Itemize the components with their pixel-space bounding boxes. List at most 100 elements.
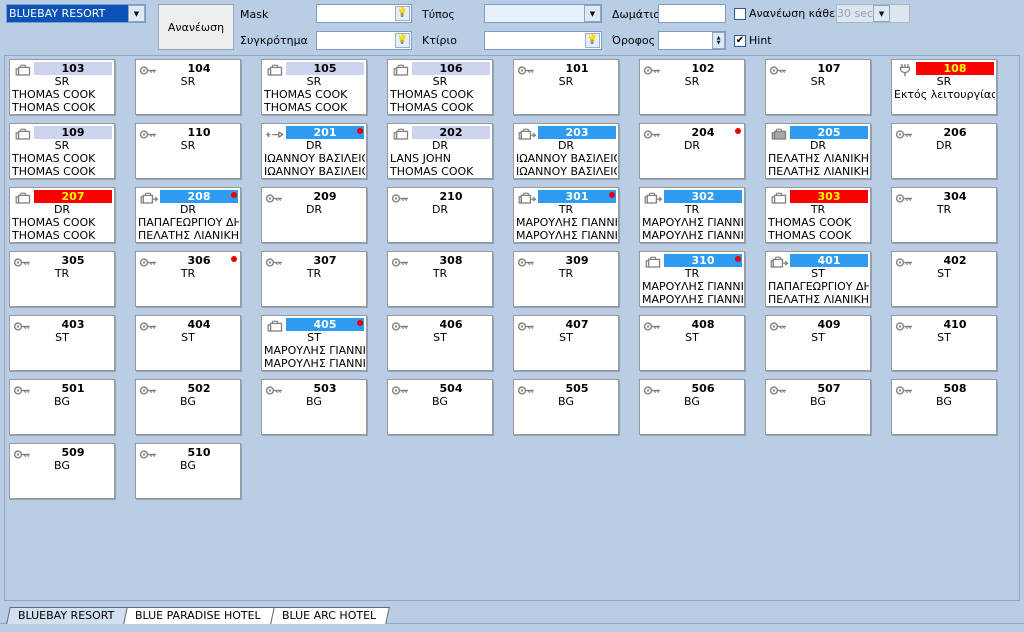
room-number: 409 (817, 318, 841, 331)
room-type: ST (181, 331, 195, 344)
room-card[interactable]: 201DRΙΩΑΝΝΟΥ ΒΑΣΙΛΕΙΟΣΙΩΑΝΝΟΥ ΒΑΣΙΛΕΙΟΣ (261, 123, 367, 179)
room-card[interactable]: 502 BG (135, 379, 241, 435)
room-card[interactable]: 506 BG (639, 379, 745, 435)
room-card[interactable]: 409 ST (765, 315, 871, 371)
room-type: ST (937, 267, 951, 280)
room-number: 508 (943, 382, 967, 395)
guest-name-secondary: ΜΑΡΟΥΛΗΣ ΓΙΑΝΝΗΣ (516, 229, 617, 242)
guest-name-secondary (12, 421, 113, 434)
room-card[interactable]: 105 SR THOMAS COOK THOMAS COOK (261, 59, 367, 115)
hotel-selector[interactable]: BLUEBAY RESORT ▼ (6, 4, 146, 23)
room-card[interactable]: 205 DR ΠΕΛΑΤΗΣ ΛΙΑΝΙΚΗΣ ΠΕΛΑΤΗΣ ΛΙΑΝΙΚΗΣ (765, 123, 871, 179)
room-card[interactable]: 507 BG (765, 379, 871, 435)
room-card[interactable]: 103 SR THOMAS COOK THOMAS COOK (9, 59, 115, 115)
complex-input[interactable]: 💡 (316, 31, 412, 50)
floor-stepper[interactable]: ▲ ▼ (658, 31, 726, 50)
guest-name-secondary (768, 357, 869, 370)
room-card[interactable]: 110 SR (135, 123, 241, 179)
type-select[interactable]: ▼ (484, 4, 602, 23)
refresh-button[interactable]: Ανανέωση (158, 4, 234, 50)
room-card[interactable]: 109 SR THOMAS COOK THOMAS COOK (9, 123, 115, 179)
room-card[interactable]: 403 ST (9, 315, 115, 371)
bulb-icon[interactable]: 💡 (395, 6, 410, 21)
room-card[interactable]: 101 SR (513, 59, 619, 115)
room-input[interactable] (658, 4, 726, 23)
room-card[interactable]: 306 TR (135, 251, 241, 307)
room-card[interactable]: 302TRΜΑΡΟΥΛΗΣ ΓΙΑΝΝΗΣΜΑΡΟΥΛΗΣ ΓΙΑΝΝΗΣ (639, 187, 745, 243)
room-card[interactable]: 408 ST (639, 315, 745, 371)
room-card[interactable]: 308 TR (387, 251, 493, 307)
room-card[interactable]: 510 BG (135, 443, 241, 499)
autorefresh-checkbox[interactable]: Ανανέωση κάθε (734, 7, 835, 20)
room-type: TR (684, 267, 700, 280)
room-card[interactable]: 102 SR (639, 59, 745, 115)
room-card[interactable]: 107 SR (765, 59, 871, 115)
room-card[interactable]: 206 DR (891, 123, 997, 179)
room-number: 201 (286, 126, 364, 139)
status-dot (735, 256, 741, 262)
guest-name-secondary: ΜΑΡΟΥΛΗΣ ΓΙΑΝΝΗΣ (642, 229, 743, 242)
room-card[interactable]: 202 DR LANS JOHN THOMAS COOK (387, 123, 493, 179)
hotel-tab[interactable]: BLUE ARC HOTEL (270, 607, 391, 624)
room-card[interactable]: 108 SR Εκτός λειτουργίας (891, 59, 997, 115)
room-card[interactable]: 406 ST (387, 315, 493, 371)
room-card[interactable]: 405STΜΑΡΟΥΛΗΣ ΓΙΑΝΝΗΣΜΑΡΟΥΛΗΣ ΓΙΑΝΝΗΣ (261, 315, 367, 371)
chevron-down-icon[interactable]: ▼ (128, 5, 145, 22)
room-card[interactable]: 509 BG (9, 443, 115, 499)
room-card[interactable]: 104 SR (135, 59, 241, 115)
bulb-icon[interactable]: 💡 (395, 33, 410, 48)
mask-input[interactable]: 💡 (316, 4, 412, 23)
guest-name-primary (138, 152, 239, 165)
room-type: DR (179, 203, 197, 216)
room-card[interactable]: 310TRΜΑΡΟΥΛΗΣ ΓΙΑΝΝΗΣΜΑΡΟΥΛΗΣ ΓΙΑΝΝΗΣ (639, 251, 745, 307)
room-card[interactable]: 503 BG (261, 379, 367, 435)
room-card[interactable]: 402 ST (891, 251, 997, 307)
guest-name-secondary: THOMAS COOK (768, 229, 852, 242)
chevron-down-icon[interactable]: ▼ (584, 5, 601, 22)
guest-name-primary (138, 344, 239, 357)
room-card[interactable]: 404 ST (135, 315, 241, 371)
room-card[interactable]: 305 TR (9, 251, 115, 307)
hotel-tab[interactable]: BLUE PARADISE HOTEL (123, 607, 275, 624)
guest-name-secondary (138, 101, 239, 114)
chevron-down-icon[interactable]: ▼ (873, 5, 891, 22)
room-card[interactable]: 210 DR (387, 187, 493, 243)
room-card[interactable]: 208DRΠΑΠΑΓΕΩΡΓΙΟΥ ΔΗΜΠΕΛΑΤΗΣ ΛΙΑΝΙΚΗΣ (135, 187, 241, 243)
room-card[interactable]: 209 DR (261, 187, 367, 243)
room-card[interactable]: 309 TR (513, 251, 619, 307)
spinner-icon[interactable]: ▲ ▼ (712, 32, 725, 49)
hotel-tab[interactable]: BLUEBAY RESORT (6, 607, 129, 624)
autorefresh-interval-select[interactable]: 30 sec ▼ (836, 4, 910, 23)
room-card[interactable]: 203DRΙΩΑΝΝΟΥ ΒΑΣΙΛΕΙΟΣΙΩΑΝΝΟΥ ΒΑΣΙΛΕΙΟΣ (513, 123, 619, 179)
room-card[interactable]: 304 TR (891, 187, 997, 243)
room-card[interactable]: 106 SR THOMAS COOK THOMAS COOK (387, 59, 493, 115)
room-card[interactable]: 303 TR THOMAS COOK THOMAS COOK (765, 187, 871, 243)
guest-name-secondary: THOMAS COOK (12, 165, 96, 178)
room-number: 509 (61, 446, 85, 459)
room-type: BG (936, 395, 952, 408)
room-card[interactable]: 410 ST (891, 315, 997, 371)
guest-name-primary: ΙΩΑΝΝΟΥ ΒΑΣΙΛΕΙΟΣ (264, 152, 365, 165)
room-number: 208 (160, 190, 238, 203)
guest-name-primary (642, 408, 743, 421)
bulb-icon[interactable]: 💡 (585, 33, 600, 48)
room-card[interactable]: 204 DR (639, 123, 745, 179)
room-grid: 103 SR THOMAS COOK THOMAS COOK 104 SR 105 SR T… (5, 56, 1019, 600)
room-card[interactable]: 505 BG (513, 379, 619, 435)
room-type: BG (54, 395, 70, 408)
room-card[interactable]: 401STΠΑΠΑΓΕΩΡΓΙΟΥ ΔΗΜΠΕΛΑΤΗΣ ΛΙΑΝΙΚΗΣ (765, 251, 871, 307)
room-card[interactable]: 501 BG (9, 379, 115, 435)
room-card[interactable]: 504 BG (387, 379, 493, 435)
building-input[interactable]: 💡 (484, 31, 602, 50)
room-card[interactable]: 508 BG (891, 379, 997, 435)
guest-name-primary (390, 344, 491, 357)
room-card[interactable]: 307 TR (261, 251, 367, 307)
hint-checkbox[interactable]: ✔ Hint (734, 34, 772, 47)
guest-name-secondary (390, 357, 491, 370)
room-card[interactable]: 301TRΜΑΡΟΥΛΗΣ ΓΙΑΝΝΗΣΜΑΡΟΥΛΗΣ ΓΙΑΝΝΗΣ (513, 187, 619, 243)
room-card[interactable]: 407 ST (513, 315, 619, 371)
room-card[interactable]: 207 DR THOMAS COOK THOMAS COOK (9, 187, 115, 243)
guest-name-secondary (516, 293, 617, 306)
guest-name-secondary (894, 293, 995, 306)
guest-name-secondary: ΜΑΡΟΥΛΗΣ ΓΙΑΝΝΗΣ (264, 357, 365, 370)
